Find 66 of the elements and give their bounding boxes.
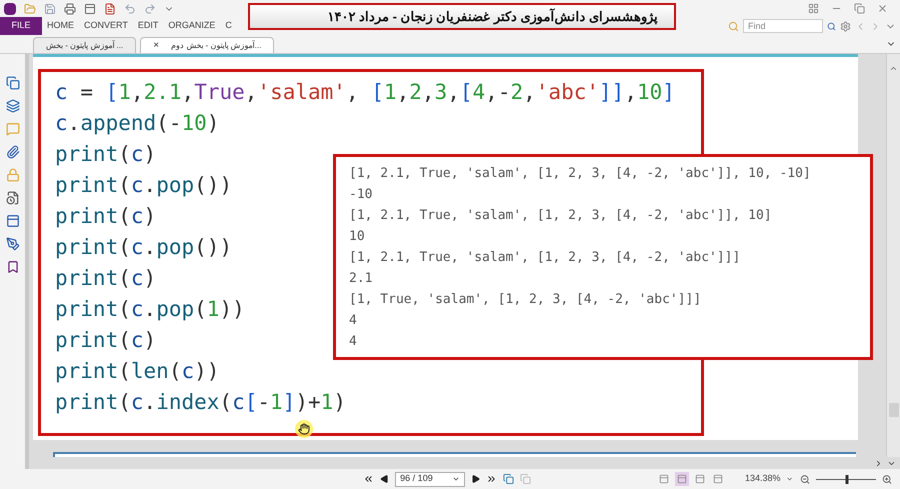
code-line: print(c) (55, 142, 156, 166)
zoom-dropdown-icon[interactable] (786, 475, 794, 483)
output-line: 10 (349, 228, 366, 246)
attachment-icon[interactable] (6, 145, 20, 159)
ribbon-tab[interactable]: HOME (42, 17, 79, 35)
app-logo-icon (4, 2, 16, 14)
output-line: [1, True, 'salam', [1, 2, 3, [4, -2, 'abc']]] (349, 291, 702, 309)
layout-icon[interactable] (808, 3, 819, 14)
zoom-value[interactable]: 134.38% (744, 472, 780, 486)
first-page-icon[interactable] (363, 473, 374, 485)
search-icon[interactable] (827, 22, 836, 30)
zoom-slider-thumb[interactable] (846, 474, 849, 484)
last-page-icon[interactable] (486, 473, 497, 485)
tab-title: ... آموزش پایتون - بخش (46, 40, 124, 52)
document-tab[interactable]: ...آموزش پایتون - بخش دوم × (140, 37, 274, 53)
output-line: 4 (349, 312, 358, 330)
find-field[interactable]: Find (743, 19, 823, 33)
print-icon[interactable] (64, 2, 76, 14)
output-line: [1, 2.1, True, 'salam', [1, 2, 3, [4, -2, 'abc']], 10, -10] (349, 165, 812, 183)
code-line: print(c) (55, 204, 156, 228)
next-page-icon[interactable] (470, 474, 480, 484)
ribbon-tab[interactable]: CONVERT (79, 17, 133, 35)
scroll-up-icon[interactable] (889, 64, 898, 73)
zoom-out-icon[interactable] (800, 474, 810, 484)
pages-icon[interactable] (6, 76, 20, 90)
layers-icon[interactable] (6, 99, 20, 113)
scroll-thumb[interactable] (888, 403, 898, 417)
ribbon-tab[interactable]: ORGANIZE (163, 17, 220, 35)
bookmark-icon[interactable] (6, 260, 20, 274)
output-line: 2.1 (349, 270, 374, 288)
tab-title: ...آموزش پایتون - بخش دوم (171, 40, 262, 52)
document-tab[interactable]: ... آموزش پایتون - بخش (33, 37, 136, 53)
hand-cursor-icon (298, 423, 310, 435)
code-line: print(c.pop()) (55, 235, 232, 259)
form-icon[interactable] (6, 214, 20, 228)
window-icon[interactable] (84, 2, 96, 14)
previous-view-icon[interactable] (502, 473, 514, 485)
title-banner: پژوهشسرای دانش‌آموزی دکتر غضنفریان زنجان - مرداد ۱۴۰۲ (248, 3, 676, 30)
output-line: [1, 2.1, True, 'salam', [1, 2, 3, [4, -2, 'abc']]] (349, 249, 742, 267)
restore-icon[interactable] (854, 3, 865, 14)
settings-icon[interactable] (840, 20, 851, 32)
page-dropdown-icon[interactable] (452, 475, 460, 483)
code-line: c = [1,2.1,True,'salam', [1,2,3,[4,-2,'abc']],10] (55, 80, 675, 104)
zoom-in-icon[interactable] (882, 474, 892, 484)
code-line: print(c) (55, 266, 156, 290)
output-line: [1, 2.1, True, 'salam', [1, 2, 3, [4, -2, 'abc']], 10] (349, 207, 773, 225)
view-mode-button[interactable] (674, 472, 689, 486)
previous-page-icon[interactable] (380, 474, 390, 484)
code-line: print(len(c)) (55, 359, 220, 383)
page-number-field[interactable]: 96 / 109 (395, 472, 465, 486)
code-line: print(c.pop()) (55, 173, 232, 197)
output-line: 4 (349, 333, 358, 351)
ribbon-tab[interactable]: C (220, 17, 237, 35)
scroll-right-icon[interactable] (874, 458, 883, 468)
close-icon[interactable] (877, 3, 888, 14)
code-line: c.append(-10) (55, 111, 220, 135)
code-line: print(c) (55, 328, 156, 352)
ribbon-tab[interactable]: EDIT (132, 17, 164, 35)
document-clock-icon[interactable] (6, 191, 20, 205)
ribbon-tab[interactable]: FILE (0, 17, 42, 35)
code-line: print(c.pop(1)) (55, 297, 245, 321)
code-line: print(c.index(c[-1])+1) (55, 390, 346, 414)
signature-icon[interactable] (6, 237, 20, 251)
new-file-icon[interactable] (104, 2, 116, 14)
output-line: -10 (349, 186, 374, 204)
tab-close[interactable]: × (153, 38, 160, 53)
